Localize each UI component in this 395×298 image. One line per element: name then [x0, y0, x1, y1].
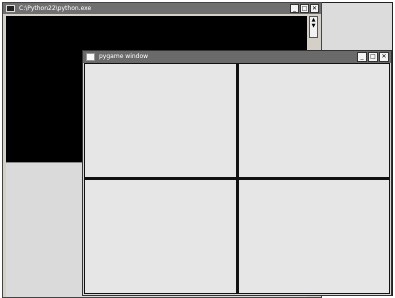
- grid-cell-bottom-right[interactable]: [238, 180, 389, 293]
- pygame-window[interactable]: pygame window _ □ ✕: [82, 50, 392, 296]
- console-title: C:\Python22\python.exe: [19, 5, 92, 12]
- console-maximize-button[interactable]: □: [300, 4, 309, 13]
- grid-cell-top-left[interactable]: [85, 64, 236, 177]
- pygame-title: pygame window: [99, 53, 149, 60]
- pygame-window-icon[interactable]: [86, 53, 95, 61]
- pygame-maximize-button[interactable]: □: [368, 52, 378, 62]
- pygame-close-button[interactable]: ✕: [379, 52, 389, 62]
- console-minimize-button[interactable]: _: [290, 4, 299, 13]
- grid-cell-bottom-left[interactable]: [85, 180, 236, 293]
- grid-cell-top-right[interactable]: [238, 64, 389, 177]
- pygame-title-buttons: _ □ ✕: [357, 52, 389, 62]
- console-titlebar[interactable]: C:\Python22\python.exe _ □ ✕: [3, 3, 321, 14]
- scroll-down-icon[interactable]: ▼: [310, 23, 317, 29]
- console-scrollbar[interactable]: ▲ ▼: [309, 16, 318, 38]
- pygame-minimize-button[interactable]: _: [357, 52, 367, 62]
- pygame-titlebar[interactable]: pygame window _ □ ✕: [83, 51, 391, 63]
- console-icon[interactable]: [6, 5, 15, 12]
- console-title-buttons: _ □ ✕: [290, 4, 319, 13]
- pygame-canvas-grid[interactable]: [84, 63, 390, 294]
- console-close-button[interactable]: ✕: [310, 4, 319, 13]
